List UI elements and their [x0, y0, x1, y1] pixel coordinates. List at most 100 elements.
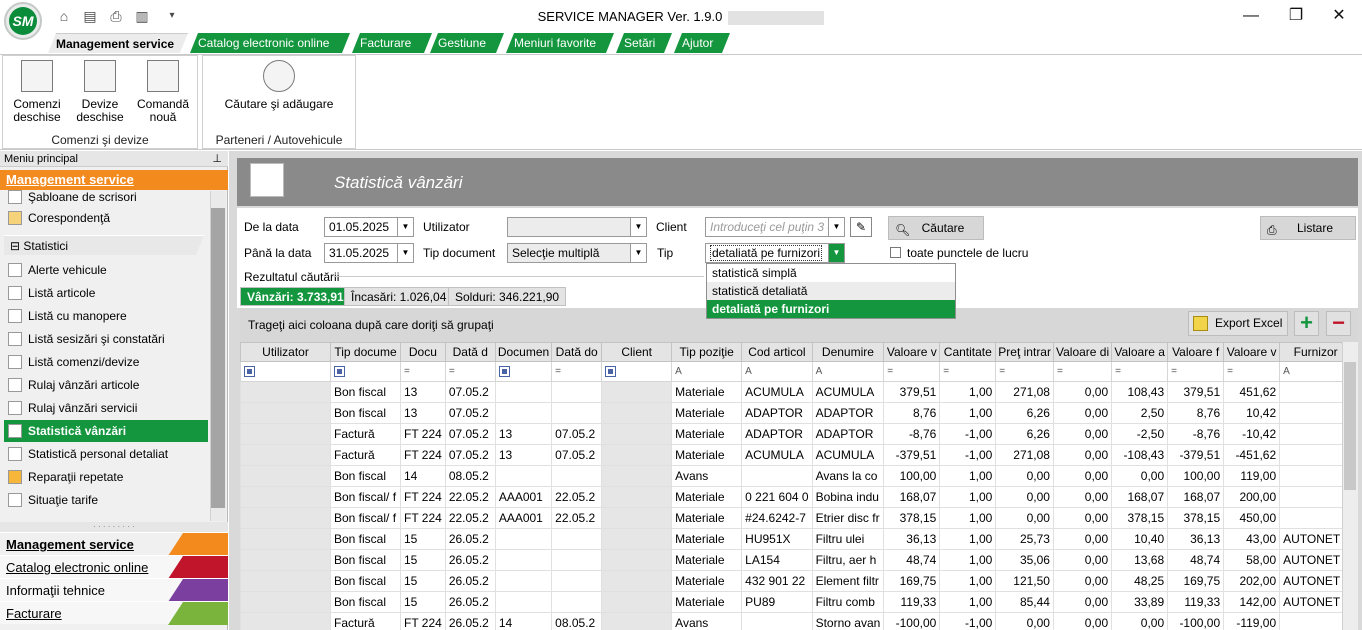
column-header[interactable]: Valoare a: [1111, 342, 1169, 362]
column-header[interactable]: Valoare f: [1167, 342, 1225, 362]
dropdown-option[interactable]: statistică detaliată: [707, 282, 955, 300]
table-cell[interactable]: [601, 444, 673, 466]
table-cell[interactable]: 13: [494, 444, 553, 466]
table-cell[interactable]: Element filtr: [811, 570, 885, 592]
table-cell[interactable]: Etrier disc fr: [811, 507, 885, 529]
column-header[interactable]: Cod articol: [741, 342, 813, 362]
table-cell[interactable]: 169,75: [1167, 570, 1225, 592]
nav-informatii-tehnice[interactable]: Informaţii tehnice: [0, 578, 228, 602]
table-cell[interactable]: 10,42: [1223, 402, 1281, 424]
table-cell[interactable]: 1,00: [939, 507, 997, 529]
to-date-field[interactable]: 31.05.2025 ▼: [324, 243, 414, 263]
table-cell[interactable]: 0,00: [1111, 612, 1169, 630]
grid-scroll-thumb[interactable]: [1344, 362, 1356, 490]
table-cell[interactable]: 22.05.2: [444, 486, 496, 508]
all-points-checkbox[interactable]: [890, 247, 901, 258]
table-cell[interactable]: 13: [400, 402, 446, 424]
table-cell[interactable]: [494, 528, 553, 550]
table-cell[interactable]: [601, 381, 673, 403]
column-header[interactable]: Documen: [494, 342, 553, 362]
table-cell[interactable]: [240, 612, 331, 630]
type-select[interactable]: detaliată pe furnizori ▼: [705, 243, 845, 263]
table-row[interactable]: Bon fiscal 13 07.05.2 Materiale ACUMULA ACUMU…: [240, 381, 1353, 403]
table-cell[interactable]: 15: [400, 528, 446, 550]
table-row[interactable]: Bon fiscal/ f FT 224 22.05.2 AAA001 22.05.2 M…: [240, 507, 1353, 529]
column-filter[interactable]: =: [444, 361, 496, 382]
close-icon[interactable]: ✕: [1316, 0, 1362, 32]
chevron-down-icon[interactable]: ▼: [630, 244, 646, 262]
column-header[interactable]: Furnizor: [1279, 342, 1353, 362]
chevron-down-icon[interactable]: ▼: [397, 244, 413, 262]
table-cell[interactable]: Avans: [671, 612, 743, 630]
table-cell[interactable]: 35,06: [995, 549, 1054, 571]
search-add-button[interactable]: Căutare şi adăugare: [218, 60, 340, 111]
table-cell[interactable]: Avans la co: [811, 465, 885, 487]
table-cell[interactable]: Materiale: [671, 423, 743, 445]
table-cell[interactable]: 1,00: [939, 486, 997, 508]
table-cell[interactable]: -8,76: [883, 423, 941, 445]
chevron-down-icon[interactable]: ▼: [397, 218, 413, 236]
table-row[interactable]: Factură FT 224 07.05.2 13 07.05.2 Materiale AD…: [240, 423, 1353, 445]
column-filter[interactable]: =: [1052, 361, 1113, 382]
sidebar-group-statistici[interactable]: ⊟ Statistici: [4, 235, 204, 255]
table-cell[interactable]: 22.05.2: [551, 507, 603, 529]
table-cell[interactable]: 22.05.2: [551, 486, 603, 508]
table-cell[interactable]: 202,00: [1223, 570, 1281, 592]
table-cell[interactable]: [494, 465, 553, 487]
table-cell[interactable]: 07.05.2: [444, 402, 496, 424]
table-cell[interactable]: 14: [400, 465, 446, 487]
tab-meniuri-favorite[interactable]: Meniuri favorite: [506, 33, 614, 53]
table-cell[interactable]: -451,62: [1223, 444, 1281, 466]
column-header[interactable]: Preţ intrar: [995, 342, 1054, 362]
table-cell[interactable]: ACUMULA: [811, 444, 885, 466]
table-cell[interactable]: [1279, 486, 1353, 508]
table-cell[interactable]: [601, 570, 673, 592]
export-excel-button[interactable]: Export Excel: [1188, 311, 1288, 336]
table-cell[interactable]: 07.05.2: [444, 423, 496, 445]
table-cell[interactable]: 200,00: [1223, 486, 1281, 508]
table-cell[interactable]: Bon fiscal: [330, 381, 401, 403]
table-cell[interactable]: 07.05.2: [551, 444, 603, 466]
table-cell[interactable]: 450,00: [1223, 507, 1281, 529]
table-cell[interactable]: [494, 591, 553, 613]
table-row[interactable]: Bon fiscal 15 26.05.2 Materiale 432 901 22 El…: [240, 570, 1353, 592]
table-cell[interactable]: Bon fiscal: [330, 465, 401, 487]
table-cell[interactable]: [1279, 423, 1353, 445]
table-cell[interactable]: [1279, 381, 1353, 403]
table-cell[interactable]: -108,43: [1111, 444, 1169, 466]
table-cell[interactable]: FT 224: [400, 444, 446, 466]
table-cell[interactable]: 100,00: [883, 465, 941, 487]
column-filter[interactable]: =: [551, 361, 603, 382]
column-header[interactable]: Tip docume: [330, 342, 401, 362]
table-cell[interactable]: 0,00: [1052, 549, 1113, 571]
table-cell[interactable]: AUTONET I: [1279, 549, 1353, 571]
table-cell[interactable]: 100,00: [1167, 465, 1225, 487]
chevron-down-icon[interactable]: ▼: [828, 244, 844, 262]
table-cell[interactable]: 1,00: [939, 591, 997, 613]
sidebar-item-articole[interactable]: Listă articole: [4, 282, 208, 304]
sidebar-item-tarife[interactable]: Situaţie tarife: [4, 489, 208, 511]
table-cell[interactable]: [1279, 402, 1353, 424]
table-cell[interactable]: 378,15: [1167, 507, 1225, 529]
table-cell[interactable]: -1,00: [939, 444, 997, 466]
table-cell[interactable]: [551, 528, 603, 550]
table-cell[interactable]: 379,51: [883, 381, 941, 403]
table-cell[interactable]: 0,00: [995, 612, 1054, 630]
tab-incasari[interactable]: Încasări: 1.026,04: [344, 287, 454, 306]
table-cell[interactable]: 1,00: [939, 465, 997, 487]
table-cell[interactable]: 36,13: [883, 528, 941, 550]
table-cell[interactable]: FT 224: [400, 486, 446, 508]
sidebar-item-sabloane[interactable]: Şabloane de scrisori: [4, 186, 208, 208]
table-cell[interactable]: -100,00: [883, 612, 941, 630]
table-cell[interactable]: -1,00: [939, 423, 997, 445]
column-header[interactable]: Valoare v: [1223, 342, 1281, 362]
table-row[interactable]: Bon fiscal 13 07.05.2 Materiale ADAPTOR ADAPT…: [240, 402, 1353, 424]
table-cell[interactable]: -100,00: [1167, 612, 1225, 630]
table-cell[interactable]: 58,00: [1223, 549, 1281, 571]
table-cell[interactable]: 271,08: [995, 381, 1054, 403]
table-cell[interactable]: [551, 465, 603, 487]
table-cell[interactable]: Bobina indu: [811, 486, 885, 508]
table-cell[interactable]: 8,76: [1167, 402, 1225, 424]
table-cell[interactable]: [240, 591, 331, 613]
table-cell[interactable]: AUTONET I: [1279, 591, 1353, 613]
